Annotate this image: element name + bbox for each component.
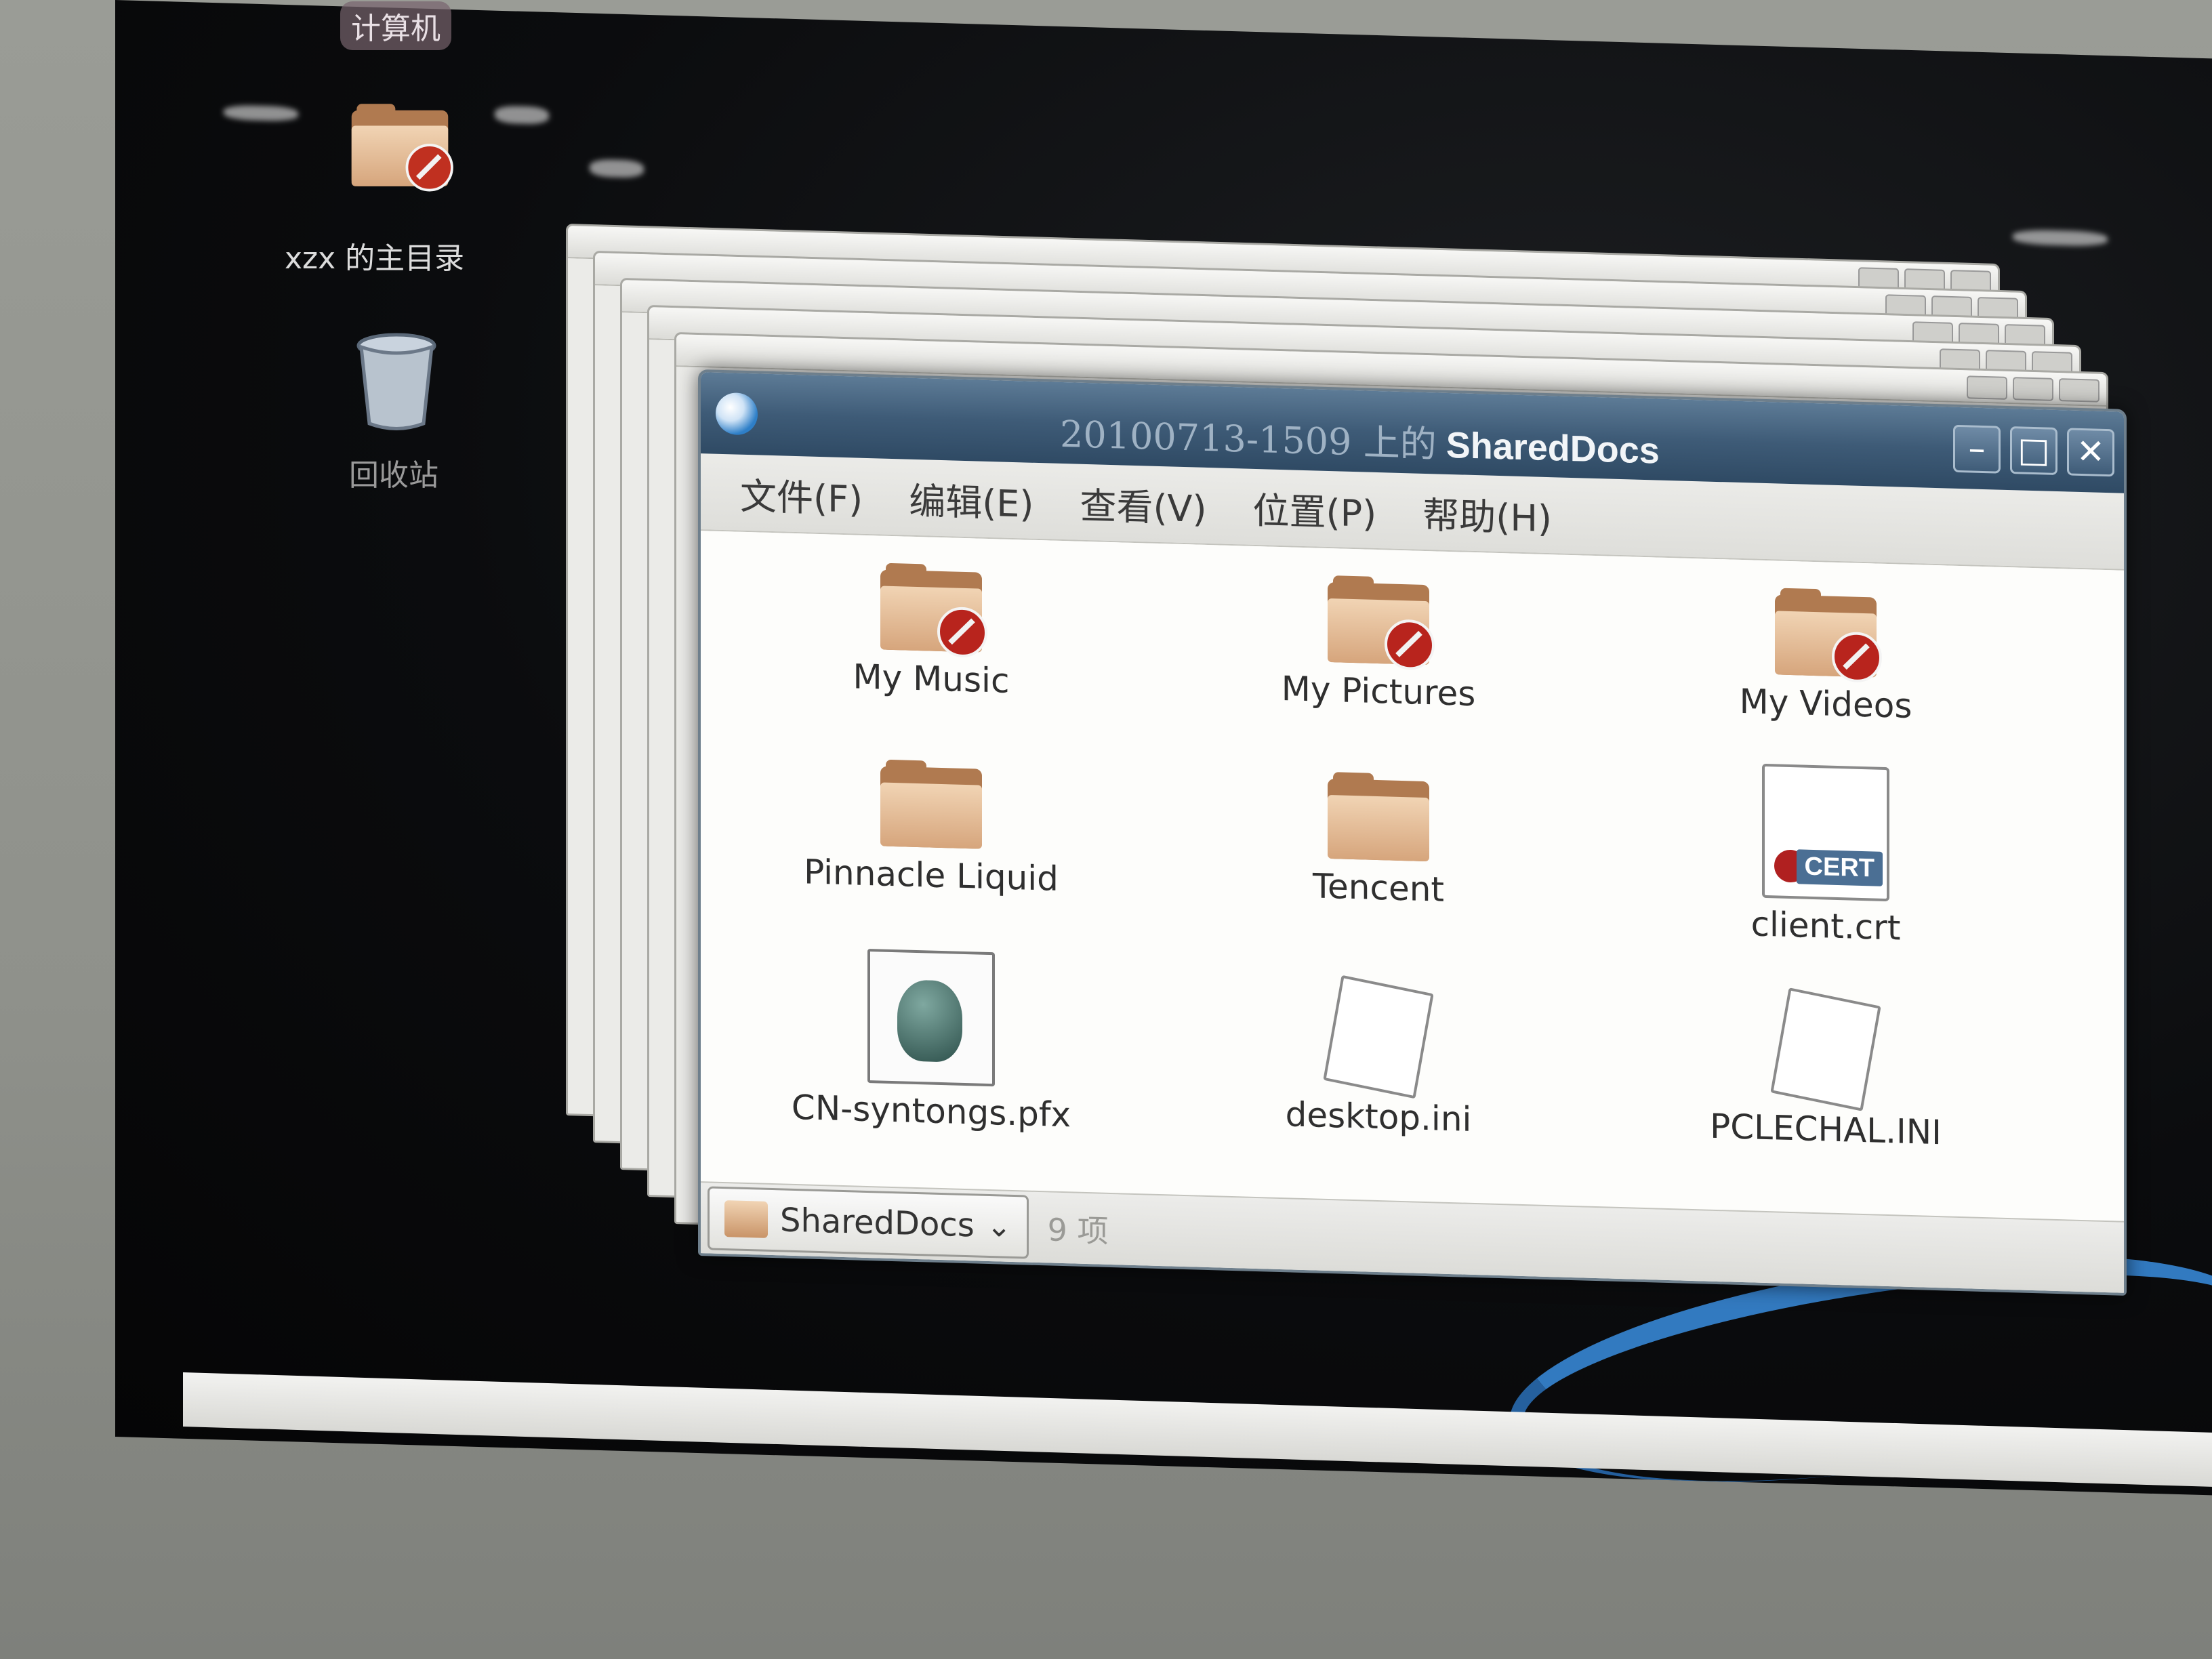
menu-file[interactable]: 文件(F) (740, 466, 863, 523)
icon-view: My Music My Pictures My Videos Pinnacle … (701, 531, 2124, 1221)
file-item-client-crt[interactable]: CERT client.crt (1622, 760, 2029, 951)
gimp-file-icon (867, 948, 995, 1087)
minimize-button[interactable]: – (1953, 424, 2001, 474)
file-item-label: client.crt (1750, 904, 1901, 948)
location-dropdown[interactable]: SharedDocs ⌄ (708, 1186, 1029, 1259)
file-item-tencent[interactable]: Tencent (1175, 768, 1582, 914)
file-item-label: CN-syntongs.pfx (791, 1087, 1071, 1135)
maximize-button[interactable]: □ (2010, 426, 2057, 476)
file-item-label: desktop.ini (1285, 1094, 1472, 1139)
file-item-desktop-ini[interactable]: desktop.ini (1175, 975, 1582, 1143)
blank-file-icon (1770, 987, 1881, 1111)
menu-view[interactable]: 查看(V) (1080, 475, 1206, 532)
app-icon[interactable] (716, 392, 758, 436)
light-reflection (224, 104, 298, 122)
computer-icon-label[interactable]: 计算机 (340, 1, 451, 50)
folder-icon (880, 759, 982, 851)
certificate-icon: CERT (1762, 763, 1889, 902)
title-share-name: SharedDocs (1446, 424, 1660, 472)
folder-icon (724, 1200, 768, 1238)
file-item-label: My Pictures (1281, 669, 1476, 714)
shared-folder-icon (880, 562, 987, 658)
menu-places[interactable]: 位置(P) (1253, 480, 1377, 537)
file-item-label: My Videos (1739, 681, 1912, 726)
file-item-label: Pinnacle Liquid (804, 852, 1059, 899)
title-prefix: 20100713-1509 上的 (1060, 412, 1437, 466)
window-title: 20100713-1509 上的 SharedDocs (1060, 404, 1660, 474)
file-manager-window: 20100713-1509 上的 SharedDocs – □ ✕ 文件(F) 编… (698, 369, 2127, 1296)
file-item-cn-syntongs-pfx[interactable]: CN-syntongs.pfx (728, 945, 1134, 1136)
file-item-label: My Music (853, 657, 1010, 701)
folder-icon (1328, 772, 1429, 863)
file-item-label: Tencent (1312, 866, 1445, 909)
file-item-my-videos[interactable]: My Videos (1622, 583, 2029, 729)
file-item-my-music[interactable]: My Music (728, 558, 1134, 704)
item-count: 9 项 (1047, 1211, 1109, 1250)
shared-folder-icon (1328, 575, 1435, 671)
menu-help[interactable]: 帮助(H) (1422, 485, 1552, 541)
home-folder-label[interactable]: xzx 的主目录 (285, 234, 464, 277)
chevron-down-icon: ⌄ (986, 1208, 1012, 1244)
trash-can-icon (356, 333, 436, 430)
trash-icon[interactable] (356, 332, 437, 434)
trash-label[interactable]: 回收站 (349, 451, 438, 494)
home-folder-icon[interactable] (349, 102, 453, 197)
close-button[interactable]: ✕ (2067, 428, 2114, 477)
file-item-pclechal-ini[interactable]: PCLECHAL.INI (1622, 987, 2029, 1155)
file-item-pinnacle-liquid[interactable]: Pinnacle Liquid (728, 755, 1134, 901)
shared-folder-icon (1775, 588, 1882, 683)
location-dropdown-value: SharedDocs (780, 1201, 975, 1245)
light-reflection (495, 105, 549, 125)
light-reflection (590, 159, 644, 178)
menu-edit[interactable]: 编辑(E) (909, 470, 1033, 527)
blank-file-icon (1323, 975, 1434, 1099)
file-item-my-pictures[interactable]: My Pictures (1175, 571, 1582, 717)
file-item-label: PCLECHAL.INI (1710, 1106, 1942, 1153)
light-reflection (2013, 229, 2108, 247)
